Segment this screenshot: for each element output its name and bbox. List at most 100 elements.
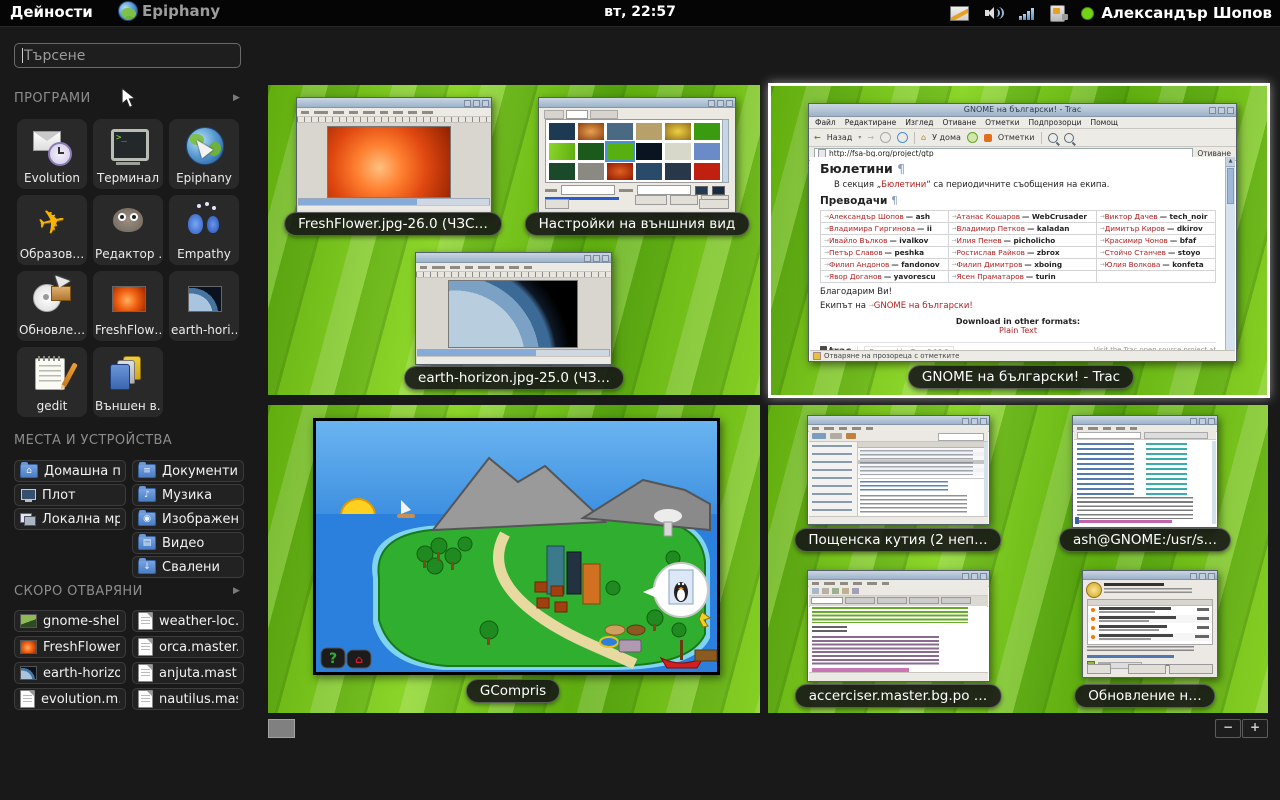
back-dropdown-icon[interactable]: ▾ (858, 134, 861, 141)
menu-edit[interactable]: Редактиране (845, 118, 897, 127)
translator-link[interactable]: Стойчо Станчев (1105, 248, 1166, 257)
help-button[interactable] (1087, 664, 1111, 674)
app-evolution[interactable]: Evolution (17, 119, 87, 189)
app-earthhorizon[interactable]: earth-hori… (169, 271, 239, 341)
place-downloads[interactable]: ↓Свалени (132, 556, 244, 578)
translator-link[interactable]: Владимир Петков (957, 224, 1026, 233)
window-caption: Пощенска кутия (2 неп… (794, 528, 1001, 552)
stop-icon[interactable] (880, 132, 891, 143)
volume-icon[interactable] (985, 6, 1003, 20)
help-button[interactable] (545, 199, 569, 209)
recent-anjuta-po[interactable]: anjuta.mast… (132, 662, 244, 684)
menu-tabs[interactable]: Подпрозорци (1028, 118, 1081, 127)
place-videos[interactable]: ▤Видео (132, 532, 244, 554)
app-terminal[interactable]: Терминал (93, 119, 163, 189)
recent-earth-horizon[interactable]: earth-horizo… (14, 662, 126, 684)
home-icon[interactable]: ⌂ (921, 133, 926, 142)
bulletins-link[interactable]: Бюлетини (881, 180, 926, 190)
programs-expand-icon[interactable]: ▶ (233, 93, 240, 103)
back-button[interactable]: Назад (827, 133, 853, 142)
recent-gnome-shell[interactable]: gnome-shel… (14, 610, 126, 632)
translator-link[interactable]: Владимира Гиргинова (829, 224, 915, 233)
app-freshflower[interactable]: FreshFlow… (93, 271, 163, 341)
place-pictures[interactable]: ◉Изображен… (132, 508, 244, 530)
plain-text-link[interactable]: Plain Text (820, 326, 1216, 335)
status-bar: Отваряне на прозореца с отметките (810, 350, 1235, 361)
workspace-indicator[interactable] (268, 719, 295, 738)
window-epiphany-trac[interactable]: GNOME на български! - Trac Файл Редактир… (808, 103, 1237, 362)
bookmarks-icon[interactable] (984, 134, 992, 142)
window-gimp-earth[interactable] (415, 252, 612, 365)
recent-evolution-po[interactable]: evolution.m… (14, 688, 126, 710)
window-appearance[interactable] (538, 97, 736, 213)
menu-help[interactable]: Помощ (1090, 118, 1118, 127)
translator-link[interactable]: Атанас Кошаров (957, 212, 1020, 221)
flower-thumb-icon (20, 640, 37, 654)
scrollbar[interactable] (722, 119, 729, 183)
window-gcompris[interactable]: ? ⌂ (313, 418, 720, 675)
search-input[interactable]: Търсене (14, 43, 241, 68)
scrollbar[interactable] (1212, 441, 1216, 524)
system-status-area: Александър Шопов (950, 0, 1272, 26)
place-local-network[interactable]: Локална мр… (14, 508, 126, 530)
recent-expand-icon[interactable]: ▶ (233, 586, 240, 596)
place-home[interactable]: ⌂Домашна п… (14, 460, 126, 482)
translator-link[interactable]: Филип Андонов (829, 260, 889, 269)
reload-icon[interactable] (897, 132, 908, 143)
user-menu[interactable]: Александър Шопов (1081, 4, 1272, 22)
place-documents[interactable]: ≡Документи (132, 460, 244, 482)
translator-link[interactable]: Димитър Киров (1105, 224, 1165, 233)
translator-link[interactable]: Ясен Праматаров (957, 272, 1024, 281)
translator-link[interactable]: Ростислав Райков (957, 248, 1025, 257)
app-appearance[interactable]: Външен в… (93, 347, 163, 417)
zoom-in-icon[interactable] (1064, 133, 1074, 143)
close-button[interactable] (699, 199, 729, 209)
download-formats-label: Download in other formats: (820, 317, 1216, 326)
app-gimp[interactable]: Редактор … (93, 195, 163, 265)
app-epiphany[interactable]: Epiphany (169, 119, 239, 189)
translator-link[interactable]: Петър Славов (829, 248, 883, 257)
network-signal-icon[interactable] (1019, 7, 1034, 20)
recent-nautilus-po[interactable]: nautilus.mas… (132, 688, 244, 710)
window-gedit-po[interactable] (807, 570, 990, 682)
scrollbar[interactable] (984, 442, 988, 516)
scrollbar[interactable]: ▲ (1225, 157, 1235, 350)
translator-link[interactable]: Явор Доганов (829, 272, 882, 281)
window-terminal[interactable] (1072, 415, 1218, 528)
menu-bookmarks[interactable]: Отметки (985, 118, 1019, 127)
translator-link[interactable]: Красимир Чонов (1105, 236, 1168, 245)
menu-file[interactable]: Файл (815, 118, 836, 127)
display-settings-icon[interactable] (950, 6, 969, 21)
add-workspace-button[interactable]: + (1242, 719, 1268, 738)
recent-orca-po[interactable]: orca.master.… (132, 636, 244, 658)
back-icon[interactable]: ← (814, 133, 821, 142)
translator-link[interactable]: Филип Димитров (957, 260, 1023, 269)
zoom-out-icon[interactable] (1048, 133, 1058, 143)
translator-link[interactable]: Илия Пенев (957, 236, 1002, 245)
window-evolution-mail[interactable] (807, 415, 990, 525)
window-gimp-freshflower[interactable] (296, 97, 492, 214)
recent-freshflower[interactable]: FreshFlower… (14, 636, 126, 658)
translator-link[interactable]: Юлия Волкова (1105, 260, 1161, 269)
place-music[interactable]: ♪Музика (132, 484, 244, 506)
history-icon[interactable] (967, 132, 978, 143)
menu-view[interactable]: Изглед (905, 118, 933, 127)
team-link[interactable]: GNOME на български! (874, 301, 973, 311)
translator-link[interactable]: Александър Шопов (829, 212, 904, 221)
menu-go[interactable]: Отиване (942, 118, 976, 127)
home-button[interactable]: У дома (932, 133, 961, 142)
app-updates[interactable]: Обновле… (17, 271, 87, 341)
power-icon[interactable] (1050, 5, 1065, 22)
forward-icon[interactable]: → (867, 133, 874, 142)
translator-link[interactable]: Ивайло Вълков (829, 236, 887, 245)
bookmarks-button[interactable]: Отметки (998, 133, 1035, 142)
app-gcompris[interactable]: ✈ Образов… (17, 195, 87, 265)
recent-weather-loc[interactable]: weather-loc… (132, 610, 244, 632)
place-desktop[interactable]: Плот (14, 484, 126, 506)
window-update-manager[interactable] (1082, 570, 1218, 678)
app-gedit[interactable]: gedit (17, 347, 87, 417)
remove-workspace-button[interactable]: − (1215, 719, 1241, 738)
app-empathy[interactable]: Empathy (169, 195, 239, 265)
earth-image (448, 280, 578, 348)
translator-link[interactable]: Виктор Дачев (1105, 212, 1158, 221)
